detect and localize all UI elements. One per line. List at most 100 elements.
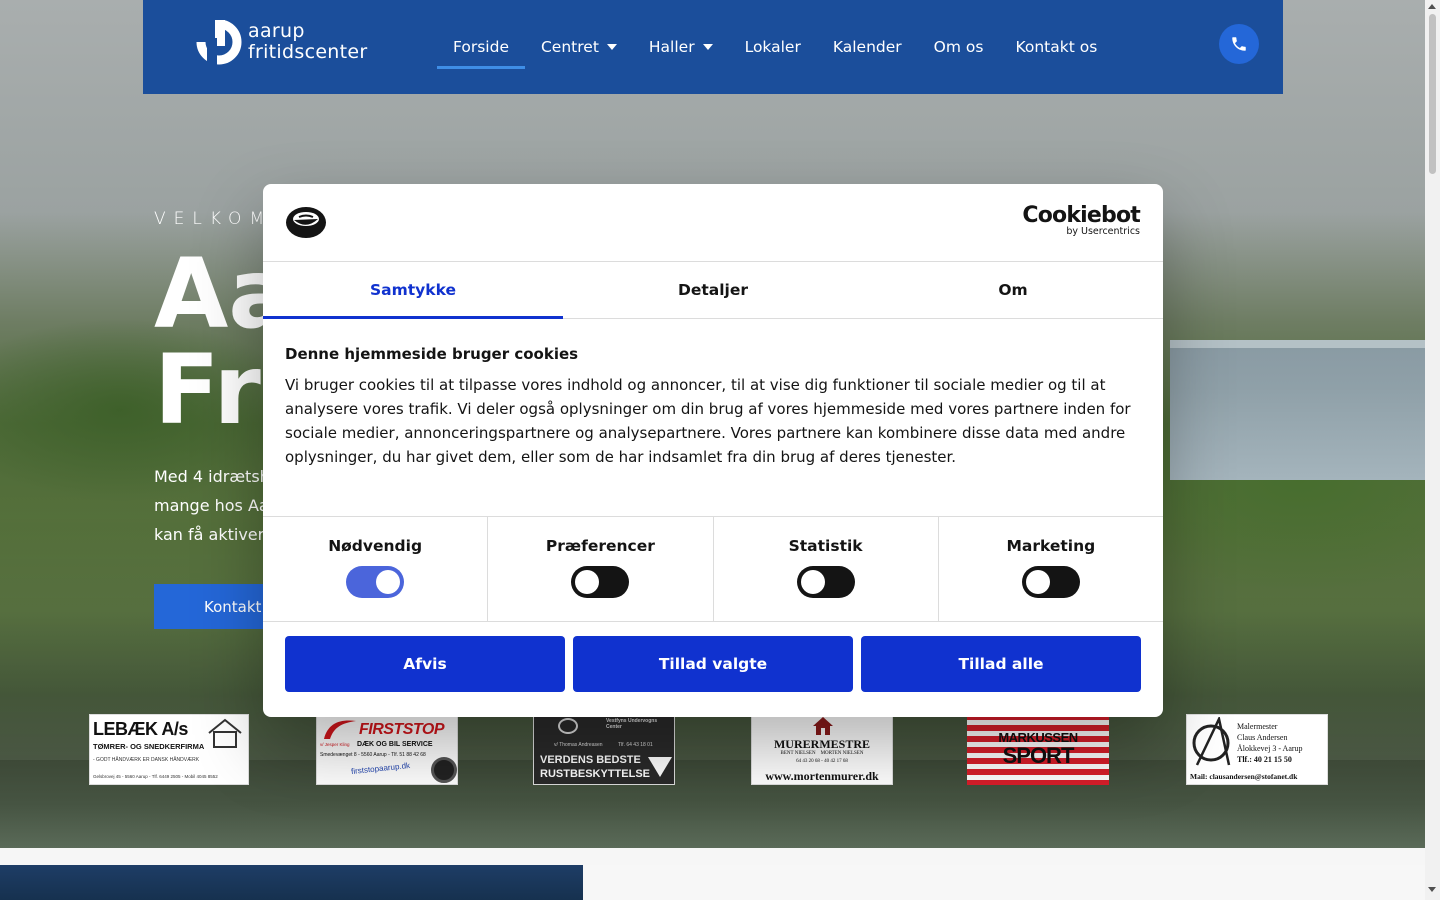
- nav-item-lokaler[interactable]: Lokaler: [729, 0, 817, 94]
- nav-item-forside[interactable]: Forside: [437, 0, 525, 94]
- nav-item-centret[interactable]: Centret: [525, 0, 633, 94]
- toggle-marketing[interactable]: [1021, 566, 1080, 598]
- nav-item-om-os[interactable]: Om os: [918, 0, 1000, 94]
- caret-down-icon: [702, 44, 713, 50]
- cookie-consent-dialog: Cookiebot by Usercentrics Samtykke Detal…: [263, 184, 1163, 717]
- nav-label: Om os: [933, 38, 984, 56]
- sponsor-claus-line4: Tlf.: 40 21 15 50: [1237, 755, 1292, 764]
- hero-welcome: VELKOM: [154, 209, 273, 229]
- tab-samtykke[interactable]: Samtykke: [263, 262, 563, 319]
- cookie-icon: [286, 207, 326, 238]
- nav-label: Forside: [453, 38, 509, 56]
- warning-triangle-icon: [648, 757, 672, 777]
- logo-line-1: aarup: [248, 20, 305, 42]
- nav-label: Haller: [648, 38, 695, 56]
- toggle-knob: [1025, 570, 1050, 594]
- sponsor-murermestre-url: www.mortenmurer.dk: [765, 769, 879, 783]
- cookiebot-brand[interactable]: Cookiebot by Usercentrics: [1022, 204, 1140, 237]
- cookie-heading: Denne hjemmeside bruger cookies: [285, 345, 579, 363]
- caret-down-icon: [606, 44, 617, 50]
- sponsor-murermestre-phones: 64 43 20 68 - 40 42 17 68: [796, 759, 848, 764]
- nav-label: Centret: [540, 38, 599, 56]
- cookie-tabs: Samtykke Detaljer Om: [263, 262, 1163, 319]
- phone-button[interactable]: [1219, 24, 1259, 64]
- scrollbar-thumb[interactable]: [1429, 14, 1436, 174]
- cookie-body-text: Vi bruger cookies til at tilpasse vores …: [285, 376, 1131, 466]
- sponsor-murermestre-title: MURERMESTRE: [773, 737, 870, 751]
- logo-mark-icon: [196, 20, 242, 66]
- sponsor-claus-andersen[interactable]: Malermester Claus Andersen Ålokkevej 3 -…: [1186, 714, 1328, 785]
- sponsor-firststop[interactable]: FIRSTSTOP v/ Jesper Kling DÆK OG BIL SER…: [316, 714, 458, 785]
- toggle-label: Marketing: [1006, 537, 1096, 555]
- page-scrollbar[interactable]: [1425, 0, 1440, 900]
- section-image-strip: [0, 865, 583, 900]
- cookiebot-name: Cookiebot: [1022, 203, 1140, 228]
- sponsor-lebaek-line2: - GODT HÅNDVÆRK ER DANSK HÅNDVÆRK: [93, 757, 200, 763]
- cookie-toggles: Nødvendig Præferencer Statistik Marketin…: [263, 516, 1163, 622]
- sponsor-claus-mail: Mail: clausandersen@stofanet.dk: [1190, 772, 1298, 781]
- allow-all-button[interactable]: Tillad alle: [861, 636, 1141, 692]
- toggle-knob: [575, 570, 600, 594]
- allow-selected-button[interactable]: Tillad valgte: [573, 636, 853, 692]
- sponsor-lebaek-address: Gelsbrovej 45 - 5560 Aarup - Tlf. 6449 2…: [93, 774, 218, 779]
- cookie-dialog-header: Cookiebot by Usercentrics: [263, 184, 1163, 262]
- sponsor-vestfyns[interactable]: Vestfyns Undervogns Center v/ Thomas And…: [533, 714, 675, 785]
- main-nav: Forside Centret Haller Lokaler Kalender …: [437, 0, 1113, 94]
- hero-building: [1170, 340, 1425, 480]
- sponsor-markussen-line2: SPORT: [1002, 743, 1075, 768]
- toggle-group-nodvendig: Nødvendig: [263, 517, 489, 621]
- tab-om[interactable]: Om: [863, 262, 1163, 318]
- toggle-group-statistik: Statistik: [714, 517, 939, 621]
- scroll-up-arrow-icon[interactable]: [1428, 4, 1436, 9]
- scroll-down-arrow-icon[interactable]: [1428, 887, 1436, 892]
- sponsor-firststop-address: Smedevænget 8 - 5560 Aarup - Tlf. 51 88 …: [320, 752, 426, 758]
- nav-label: Lokaler: [744, 38, 801, 56]
- cookiebot-sub: by Usercentrics: [1066, 226, 1140, 237]
- sponsor-vestfyns-name: Vestfyns Undervogns Center: [606, 718, 658, 730]
- sponsor-claus-line1: Malermester: [1237, 722, 1278, 731]
- hero-text-content: Med 4 idrætsh mange hos Aa kan få aktive…: [154, 467, 270, 544]
- site-header: aarup fritidscenter Forside Centret Hall…: [143, 0, 1283, 94]
- reject-button[interactable]: Afvis: [285, 636, 565, 692]
- sponsor-murermestre[interactable]: MURERMESTRE BENT NIELSEN MORTEN NIELSEN …: [751, 714, 893, 785]
- gear-icon: [558, 718, 578, 734]
- sponsor-lebaek-line1: TØMRER- OG SNEDKERFIRMA: [93, 742, 205, 751]
- toggle-label: Præferencer: [545, 537, 655, 555]
- sponsor-vestfyns-by: v/ Thomas Andreasen: [554, 742, 603, 748]
- sponsor-firststop-by: v/ Jesper Kling: [320, 742, 350, 747]
- nav-item-kalender[interactable]: Kalender: [817, 0, 918, 94]
- toggle-label: Nødvendig: [328, 537, 423, 555]
- nav-label: Kalender: [832, 38, 902, 56]
- sponsor-vestfyns-line1: VERDENS BEDSTE: [540, 754, 641, 766]
- sponsor-lebaek[interactable]: LEBÆK A/s TØMRER- OG SNEDKERFIRMA - GODT…: [89, 714, 249, 785]
- toggle-label: Statistik: [788, 537, 863, 555]
- logo-line-2: fritidscenter: [248, 41, 368, 63]
- nav-label: Kontakt os: [1015, 38, 1098, 56]
- toggle-nodvendig[interactable]: [346, 566, 405, 598]
- sponsor-claus-line3: Ålokkevej 3 - Aarup: [1237, 744, 1303, 753]
- nav-item-haller[interactable]: Haller: [633, 0, 729, 94]
- tire-icon: [431, 757, 457, 783]
- tab-detaljer[interactable]: Detaljer: [563, 262, 863, 318]
- sponsor-lebaek-name: LEBÆK A/s: [93, 719, 188, 739]
- sponsor-firststop-line1: DÆK OG BIL SERVICE: [357, 741, 433, 748]
- house-icon: [208, 718, 242, 748]
- toggle-praeferencer[interactable]: [571, 566, 630, 598]
- firststop-swoosh-icon: [324, 720, 356, 739]
- toggle-statistik[interactable]: [796, 566, 855, 598]
- house-icon: [813, 717, 833, 735]
- sponsor-firststop-name: FIRSTSTOP: [359, 721, 445, 738]
- sponsor-markussen[interactable]: MARKUSSEN SPORT: [967, 714, 1109, 785]
- site-logo[interactable]: aarup fritidscenter: [193, 20, 393, 66]
- toggle-group-praeferencer: Præferencer: [488, 517, 714, 621]
- sponsor-murermestre-names: BENT NIELSEN MORTEN NIELSEN: [780, 751, 864, 756]
- toggle-knob: [800, 570, 825, 594]
- sponsor-vestfyns-line2: RUSTBESKYTTELSE: [540, 768, 651, 780]
- sponsor-claus-line2: Claus Andersen: [1237, 733, 1288, 742]
- nav-item-kontakt-os[interactable]: Kontakt os: [999, 0, 1113, 94]
- phone-icon: [1232, 37, 1246, 51]
- sponsor-vestfyns-phone: Tlf. 64 43 18 01: [618, 742, 653, 748]
- toggle-knob: [376, 570, 401, 594]
- sponsor-firststop-url: firststopaarup.dk: [350, 760, 411, 777]
- section-content-strip: [583, 865, 1425, 900]
